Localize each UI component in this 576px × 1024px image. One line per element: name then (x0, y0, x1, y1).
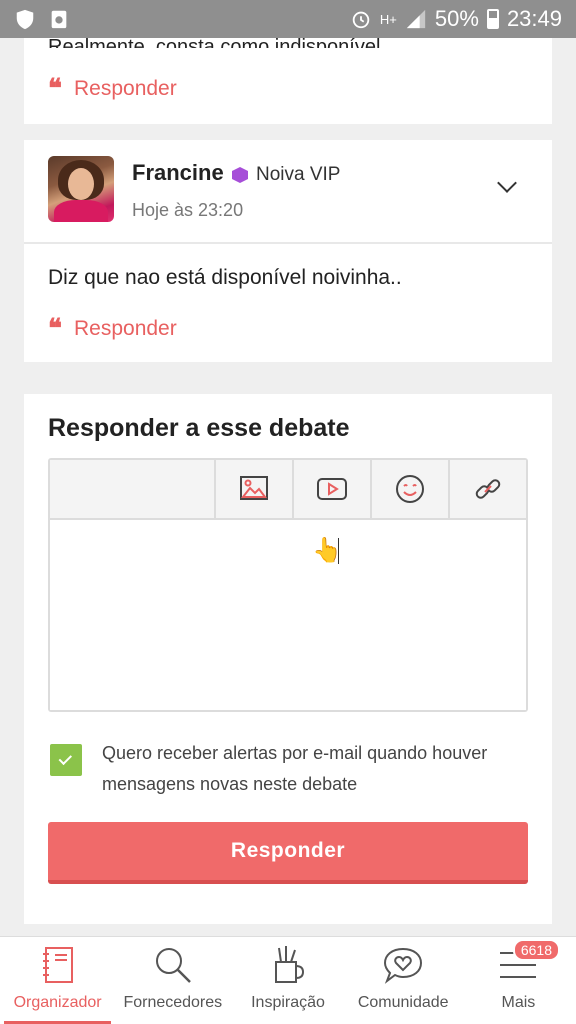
notebook-icon (42, 947, 73, 983)
previous-reply-link[interactable]: ❝ Responder (48, 76, 177, 102)
post-time: Hoje às 23:20 (132, 200, 244, 220)
insert-link-button[interactable] (448, 460, 526, 518)
comment-card: Francine Noiva VIP Hoje às 23:20 Diz que… (24, 140, 552, 362)
comment-text: Diz que nao está disponível noivinha.. (48, 266, 402, 289)
recycle-icon (51, 10, 67, 29)
shield-icon (16, 9, 34, 30)
notification-badge: 6618 (512, 939, 561, 961)
comment-reply-link[interactable]: ❝ Responder (48, 316, 177, 342)
nav-comunidade[interactable]: Comunidade (346, 937, 461, 1024)
editor-toolbar (50, 460, 526, 520)
hexagon-icon (232, 167, 248, 183)
quote-icon: ❝ (48, 74, 62, 104)
quote-icon: ❝ (48, 314, 62, 344)
reply-form-title: Responder a esse debate (48, 414, 350, 442)
avatar[interactable] (48, 156, 114, 222)
video-icon (317, 478, 347, 500)
alarm-icon (352, 11, 370, 29)
nav-label: Inspiração (251, 994, 325, 1011)
nav-fornecedores[interactable]: Fornecedores (115, 937, 230, 1024)
clock: 23:49 (506, 6, 562, 31)
search-icon (155, 948, 191, 983)
image-icon (240, 476, 268, 500)
previous-comment-text: Realmente, consta como indisponível (48, 36, 381, 48)
previous-comment-card: Realmente, consta como indisponível ❝ Re… (24, 36, 552, 124)
reply-label: Responder (74, 77, 177, 100)
link-icon (475, 479, 501, 499)
text-caret (338, 538, 339, 564)
email-alert-checkbox[interactable] (50, 744, 82, 776)
pencil-cup-icon (275, 946, 305, 983)
chat-heart-icon (384, 947, 423, 984)
nav-label: Mais (501, 994, 536, 1011)
nav-label: Fornecedores (123, 994, 223, 1011)
insert-emoji-button[interactable] (370, 460, 448, 518)
nav-inspiracao[interactable]: Inspiração (230, 937, 345, 1024)
insert-image-button[interactable] (214, 460, 292, 518)
reply-form-card: Responder a esse debate 👆 Quero receber … (24, 394, 552, 924)
bottom-nav: Organizador Fornecedores Inspiração Comu… (0, 936, 576, 1024)
checkmark-icon (58, 751, 73, 765)
emoji-icon (396, 475, 424, 503)
nav-label: Organizador (13, 994, 102, 1011)
insert-video-button[interactable] (292, 460, 370, 518)
battery-percent: 50% (434, 6, 479, 31)
author-name[interactable]: Francine (132, 160, 224, 186)
signal-icon (406, 9, 426, 29)
nav-organizador[interactable]: Organizador (0, 937, 115, 1024)
nav-mais[interactable]: 6618 Mais (461, 937, 576, 1024)
reply-textarea[interactable] (50, 522, 526, 710)
reply-editor: 👆 (48, 458, 528, 712)
submit-reply-button[interactable]: Responder (48, 822, 528, 884)
battery-icon (486, 9, 499, 29)
divider (24, 242, 552, 244)
vip-label: Noiva VIP (256, 164, 341, 185)
reply-label: Responder (74, 317, 177, 340)
chevron-down-icon[interactable] (497, 173, 517, 193)
nav-label: Comunidade (357, 994, 449, 1011)
vip-badge: Noiva VIP (232, 164, 340, 186)
email-alert-label[interactable]: Quero receber alertas por e-mail quando … (102, 738, 522, 800)
network-type: H+ (379, 11, 397, 27)
